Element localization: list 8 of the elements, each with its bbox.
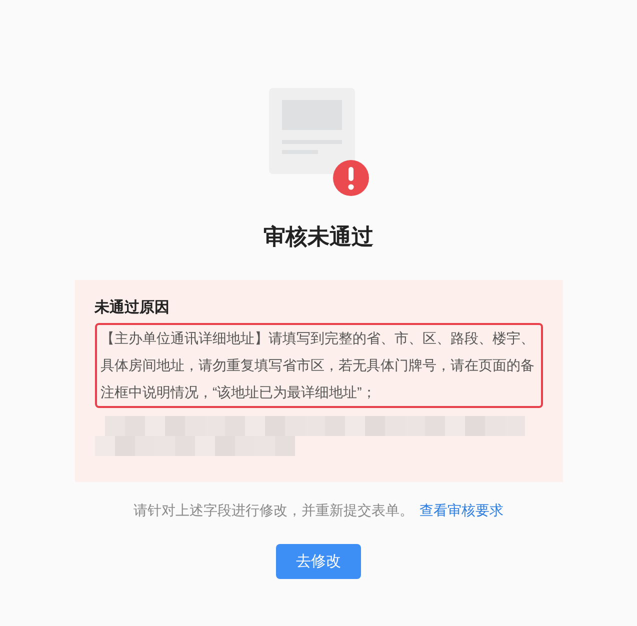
requirements-link[interactable]: 查看审核要求 xyxy=(420,502,504,520)
hint-text: 请针对上述字段进行修改，并重新提交表单。 xyxy=(134,502,414,520)
edit-button[interactable]: 去修改 xyxy=(276,544,361,579)
warning-icon xyxy=(332,160,368,196)
reason-heading: 未通过原因 xyxy=(94,298,170,317)
document-icon xyxy=(268,88,354,174)
reason-text: 【主办单位通讯详细地址】请填写到完整的省、市、区、路段、楼宇、具体房间地址，请勿重复填写省市区，若无具体门牌号，请在页面的备注框中说明情况，“该地址已为最详细地址”； xyxy=(94,323,542,408)
status-title: 审核未通过 xyxy=(264,223,374,251)
